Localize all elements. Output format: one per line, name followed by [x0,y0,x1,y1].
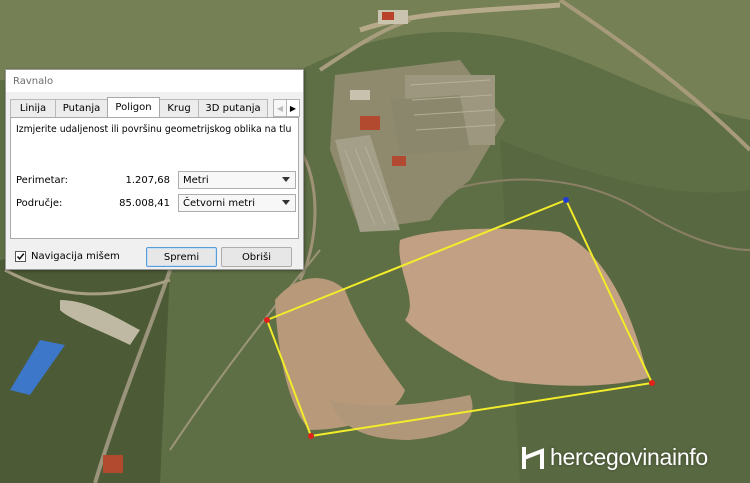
perimeter-unit-value: Metri [183,174,209,186]
tab-scroll-left-icon[interactable]: ◀ [273,99,287,117]
watermark-text: hercegovinainfo [550,444,708,470]
area-label: Područje: [16,198,63,209]
clear-button[interactable]: Obriši [221,247,292,267]
site-watermark: hercegovinainfo [522,444,708,471]
tab-putanja[interactable]: Putanja [55,99,108,117]
chevron-down-icon [282,177,290,182]
tab-label: Krug [167,103,191,114]
area-value: 85.008,41 [119,198,170,209]
brand-logo-icon [522,446,544,469]
tab-label: Poligon [115,102,152,113]
tab-label: Putanja [62,103,101,114]
checkbox-box[interactable] [15,251,26,262]
save-button-label: Spremi [163,251,200,263]
chevron-down-icon [282,200,290,205]
dialog-title-bar[interactable]: Ravnalo [6,70,303,92]
save-button[interactable]: Spremi [146,247,217,267]
ruler-dialog: Ravnalo Linija Putanja Poligon Krug 3D p… [5,69,304,270]
tab-linija[interactable]: Linija [10,99,56,117]
mouse-navigation-checkbox[interactable]: Navigacija mišem [15,251,120,262]
perimeter-unit-select[interactable]: Metri [178,171,296,189]
tab-scroll-right-icon[interactable]: ▶ [286,99,300,117]
dialog-title: Ravnalo [13,75,54,87]
instruction-text: Izmjerite udaljenost ili površinu geomet… [16,124,292,135]
area-unit-select[interactable]: Četvorni metri [178,194,296,212]
perimeter-value: 1.207,68 [125,175,170,186]
tab-poligon[interactable]: Poligon [107,97,160,117]
mouse-navigation-label: Navigacija mišem [31,251,120,262]
perimeter-label: Perimetar: [16,175,68,186]
tab-panel: Izmjerite udaljenost ili površinu geomet… [10,117,299,239]
check-icon [16,253,25,260]
area-unit-value: Četvorni metri [183,197,256,209]
tab-scroll-arrows: ◀ ▶ [273,99,300,117]
clear-button-label: Obriši [241,251,272,263]
tab-label: 3D putanja [205,103,261,114]
tab-3d-putanja[interactable]: 3D putanja [198,99,268,117]
measurement-tabs: Linija Putanja Poligon Krug 3D putanja [10,97,268,118]
tab-krug[interactable]: Krug [159,99,199,117]
tab-label: Linija [19,103,47,114]
